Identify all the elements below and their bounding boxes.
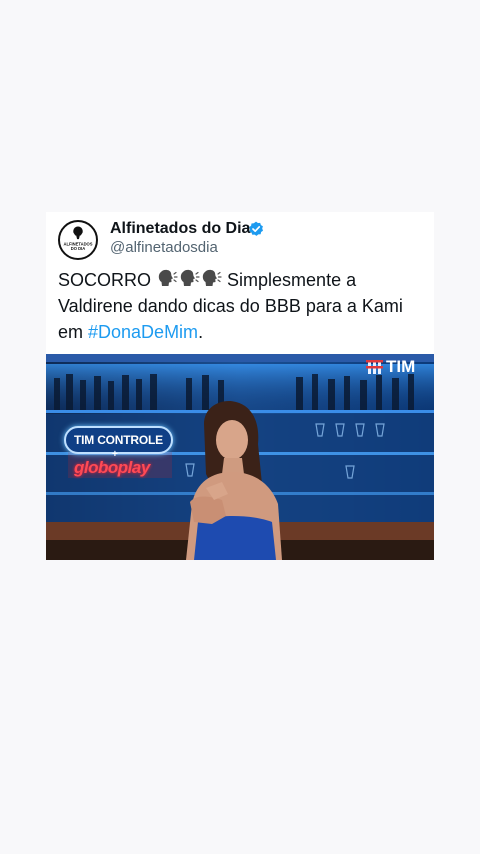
globoplay-label: globoplay [74, 458, 150, 477]
tim-controle-badge: TIM CONTROLE [64, 426, 173, 454]
video-frame [46, 354, 434, 560]
tim-controle-label: TIM CONTROLE [74, 433, 163, 447]
tweet-text-start: SOCORRO [58, 270, 152, 290]
verified-badge-icon [249, 221, 263, 236]
speaking-head-icon [158, 269, 178, 286]
tim-logo-icon [366, 360, 383, 374]
svg-text:DO DIA: DO DIA [71, 246, 85, 251]
author-name[interactable]: Alfinetados do Dia [110, 220, 250, 238]
author-handle[interactable]: @alfinetadosdia [110, 239, 218, 256]
speaking-head-icon [202, 269, 222, 286]
speaking-head-icon [180, 269, 200, 286]
tim-brand-label: TIM [386, 357, 416, 376]
hashtag-link[interactable]: #DonaDeMim [88, 322, 198, 342]
avatar[interactable]: ALFINETADOS DO DIA [58, 220, 98, 260]
tweet-text-end: . [198, 322, 204, 342]
tweet-card[interactable]: ALFINETADOS DO DIA Alfinetados do Dia @a… [46, 212, 434, 560]
tweet-text: SOCORRO Simplesmente a Valdirene dando d… [58, 267, 428, 345]
video-thumbnail[interactable]: TIM TIM CONTROLE + globoplay [46, 354, 434, 560]
alfinetados-logo-icon: ALFINETADOS DO DIA [60, 222, 96, 258]
